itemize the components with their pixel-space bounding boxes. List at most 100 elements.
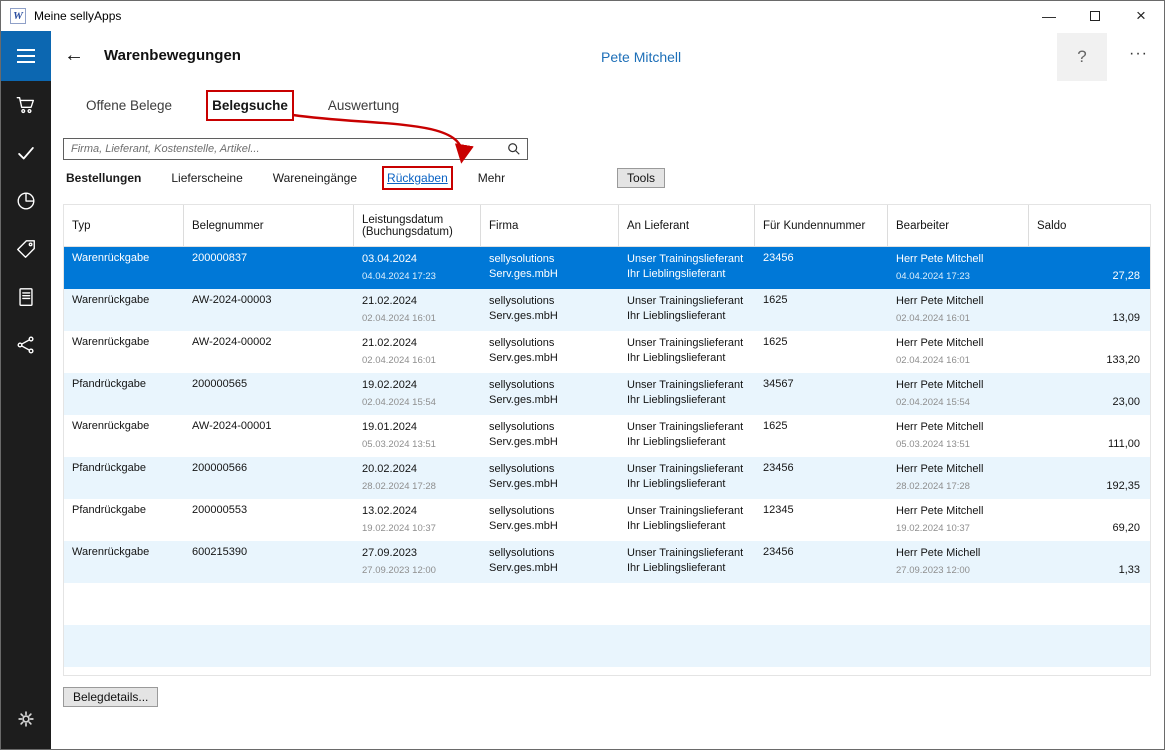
tab-belegsuche[interactable]: Belegsuche bbox=[212, 96, 288, 115]
cell-leistungsdatum: 21.02.2024 02.04.2024 16:01 bbox=[354, 289, 481, 331]
table-row[interactable]: Warenrückgabe AW-2024-00002 21.02.2024 0… bbox=[64, 331, 1150, 373]
cell-bearbeiter: Herr Pete Mitchell 02.04.2024 16:01 bbox=[888, 331, 1029, 373]
cell-bearbeiter: Herr Pete Mitchell 28.02.2024 17:28 bbox=[888, 457, 1029, 499]
cell-typ: Warenrückgabe bbox=[64, 541, 184, 583]
cell-belegnummer: AW-2024-00003 bbox=[184, 289, 354, 331]
cell-leistungsdatum: 19.02.2024 02.04.2024 15:54 bbox=[354, 373, 481, 415]
tab-offene-belege[interactable]: Offene Belege bbox=[86, 96, 172, 115]
cell-leistungsdatum: 19.01.2024 05.03.2024 13:51 bbox=[354, 415, 481, 457]
cell-kundennummer: 23456 bbox=[755, 457, 888, 499]
subtab-mehr[interactable]: Mehr bbox=[478, 171, 505, 185]
cell-typ: Warenrückgabe bbox=[64, 331, 184, 373]
tab-auswertung[interactable]: Auswertung bbox=[328, 96, 399, 115]
share-icon[interactable] bbox=[1, 321, 51, 369]
cell-bearbeiter: Herr Pete Mitchell 05.03.2024 13:51 bbox=[888, 415, 1029, 457]
table-row[interactable]: Warenrückgabe AW-2024-00003 21.02.2024 0… bbox=[64, 289, 1150, 331]
cell-typ: Warenrückgabe bbox=[64, 247, 184, 289]
cell-kundennummer: 23456 bbox=[755, 247, 888, 289]
cell-an-lieferant: Unser Trainingslieferant Ihr Lieblingsli… bbox=[619, 415, 755, 457]
table-row[interactable]: Pfandrückgabe 200000566 20.02.2024 28.02… bbox=[64, 457, 1150, 499]
cell-typ: Pfandrückgabe bbox=[64, 373, 184, 415]
cell-firma: sellysolutions Serv.ges.mbH bbox=[481, 499, 619, 541]
cell-kundennummer: 1625 bbox=[755, 331, 888, 373]
tag-icon[interactable] bbox=[1, 225, 51, 273]
close-button[interactable]: × bbox=[1118, 1, 1164, 31]
table-row[interactable]: Pfandrückgabe 200000553 13.02.2024 19.02… bbox=[64, 499, 1150, 541]
subtabs: Bestellungen Lieferscheine Wareneingänge… bbox=[66, 171, 505, 185]
cell-an-lieferant: Unser Trainingslieferant Ihr Lieblingsli… bbox=[619, 247, 755, 289]
column-header-saldo[interactable]: Saldo bbox=[1029, 205, 1150, 246]
cell-bearbeiter: Herr Pete Mitchell 02.04.2024 16:01 bbox=[888, 289, 1029, 331]
column-header-firma[interactable]: Firma bbox=[481, 205, 619, 246]
cell-bearbeiter: Herr Pete Mitchell 19.02.2024 10:37 bbox=[888, 499, 1029, 541]
subtab-lieferscheine[interactable]: Lieferscheine bbox=[171, 171, 242, 185]
check-icon[interactable] bbox=[1, 129, 51, 177]
cart-icon[interactable] bbox=[1, 81, 51, 129]
cell-belegnummer: 200000565 bbox=[184, 373, 354, 415]
gear-icon[interactable] bbox=[1, 695, 51, 743]
cell-saldo: 13,09 bbox=[1029, 289, 1150, 331]
search-input[interactable] bbox=[63, 138, 528, 160]
window-title: Meine sellyApps bbox=[34, 9, 121, 23]
subtab-bestellungen[interactable]: Bestellungen bbox=[66, 171, 141, 185]
cell-saldo: 192,35 bbox=[1029, 457, 1150, 499]
app-window: W Meine sellyApps — × bbox=[0, 0, 1165, 750]
cell-firma: sellysolutions Serv.ges.mbH bbox=[481, 415, 619, 457]
subtab-wareneingaenge[interactable]: Wareneingänge bbox=[273, 171, 357, 185]
column-header-belegnummer[interactable]: Belegnummer bbox=[184, 205, 354, 246]
cell-leistungsdatum: 27.09.2023 27.09.2023 12:00 bbox=[354, 541, 481, 583]
cell-kundennummer: 34567 bbox=[755, 373, 888, 415]
menu-icon[interactable] bbox=[1, 31, 51, 81]
maximize-button[interactable] bbox=[1072, 1, 1118, 31]
table-row[interactable]: Warenrückgabe 200000837 03.04.2024 04.04… bbox=[64, 247, 1150, 289]
cell-typ: Warenrückgabe bbox=[64, 289, 184, 331]
search-box bbox=[63, 138, 528, 160]
cell-an-lieferant: Unser Trainingslieferant Ihr Lieblingsli… bbox=[619, 331, 755, 373]
cell-firma: sellysolutions Serv.ges.mbH bbox=[481, 373, 619, 415]
results-table: Typ Belegnummer Leistungsdatum(Buchungsd… bbox=[63, 204, 1151, 676]
cell-belegnummer: 600215390 bbox=[184, 541, 354, 583]
cell-an-lieferant: Unser Trainingslieferant Ihr Lieblingsli… bbox=[619, 499, 755, 541]
cell-saldo: 111,00 bbox=[1029, 415, 1150, 457]
cell-firma: sellysolutions Serv.ges.mbH bbox=[481, 541, 619, 583]
cell-firma: sellysolutions Serv.ges.mbH bbox=[481, 247, 619, 289]
cell-belegnummer: 200000837 bbox=[184, 247, 354, 289]
minimize-button[interactable]: — bbox=[1026, 1, 1072, 31]
column-header-bearbeiter[interactable]: Bearbeiter bbox=[888, 205, 1029, 246]
subtab-rueckgaben[interactable]: Rückgaben bbox=[387, 171, 448, 185]
cell-saldo: 23,00 bbox=[1029, 373, 1150, 415]
table-row[interactable]: Warenrückgabe 600215390 27.09.2023 27.09… bbox=[64, 541, 1150, 583]
journal-icon[interactable] bbox=[1, 273, 51, 321]
search-icon[interactable] bbox=[507, 142, 521, 161]
back-button[interactable]: ← bbox=[64, 43, 84, 67]
belegdetails-button[interactable]: Belegdetails... bbox=[63, 687, 158, 707]
more-options-button[interactable]: ··· bbox=[1129, 45, 1148, 63]
column-header-typ[interactable]: Typ bbox=[64, 205, 184, 246]
table-row[interactable]: Pfandrückgabe 200000565 19.02.2024 02.04… bbox=[64, 373, 1150, 415]
cell-saldo: 1,33 bbox=[1029, 541, 1150, 583]
table-header: Typ Belegnummer Leistungsdatum(Buchungsd… bbox=[64, 205, 1150, 247]
cell-leistungsdatum: 20.02.2024 28.02.2024 17:28 bbox=[354, 457, 481, 499]
cell-bearbeiter: Herr Pete Michell 27.09.2023 12:00 bbox=[888, 541, 1029, 583]
user-name[interactable]: Pete Mitchell bbox=[601, 49, 681, 65]
empty-row bbox=[64, 583, 1150, 625]
help-button[interactable]: ? bbox=[1057, 33, 1107, 81]
tools-button[interactable]: Tools bbox=[617, 168, 665, 188]
column-header-kundennummer[interactable]: Für Kundennummer bbox=[755, 205, 888, 246]
column-header-leistungsdatum[interactable]: Leistungsdatum(Buchungsdatum) bbox=[354, 205, 481, 246]
titlebar: W Meine sellyApps — × bbox=[1, 1, 1164, 31]
empty-row bbox=[64, 625, 1150, 667]
cell-kundennummer: 1625 bbox=[755, 415, 888, 457]
cell-saldo: 69,20 bbox=[1029, 499, 1150, 541]
table-row[interactable]: Warenrückgabe AW-2024-00001 19.01.2024 0… bbox=[64, 415, 1150, 457]
maximize-icon bbox=[1090, 11, 1100, 21]
cell-belegnummer: 200000553 bbox=[184, 499, 354, 541]
cell-kundennummer: 12345 bbox=[755, 499, 888, 541]
page-title: Warenbewegungen bbox=[104, 47, 241, 64]
pie-chart-icon[interactable] bbox=[1, 177, 51, 225]
cell-bearbeiter: Herr Pete Mitchell 04.04.2024 17:23 bbox=[888, 247, 1029, 289]
cell-typ: Warenrückgabe bbox=[64, 415, 184, 457]
column-header-an-lieferant[interactable]: An Lieferant bbox=[619, 205, 755, 246]
cell-kundennummer: 23456 bbox=[755, 541, 888, 583]
cell-leistungsdatum: 13.02.2024 19.02.2024 10:37 bbox=[354, 499, 481, 541]
